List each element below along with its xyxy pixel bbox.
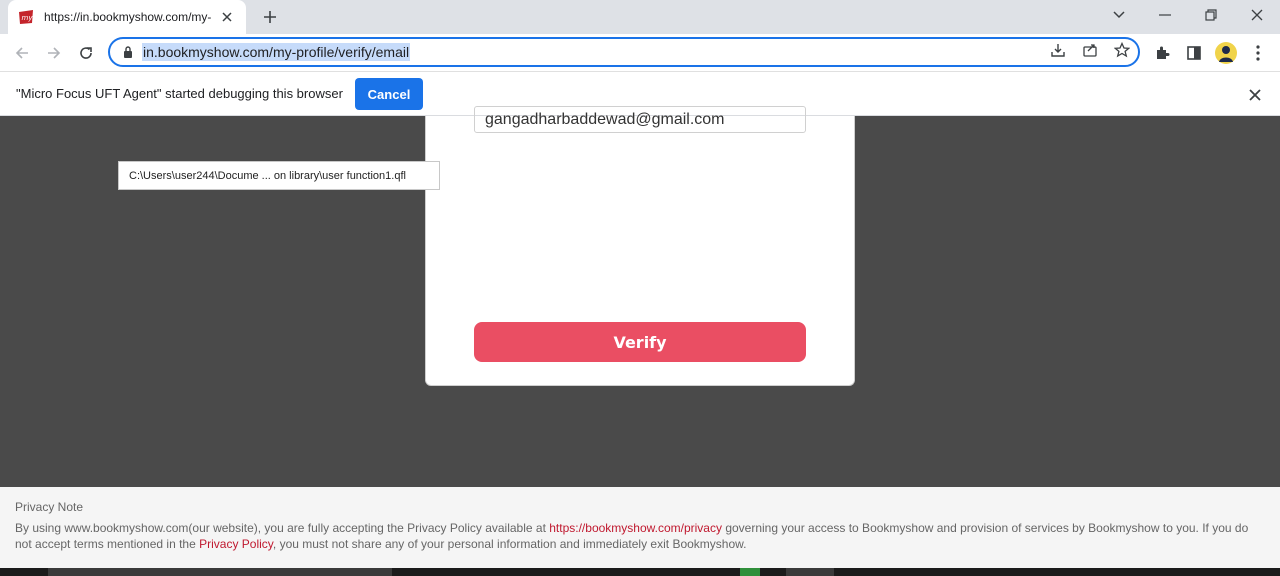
debugging-message: "Micro Focus UFT Agent" started debuggin…	[16, 86, 343, 101]
menu-icon[interactable]	[1244, 39, 1272, 67]
privacy-url-link[interactable]: https://bookmyshow.com/privacy	[549, 521, 722, 535]
bookmark-star-icon[interactable]	[1110, 39, 1134, 61]
close-window-icon[interactable]	[1234, 0, 1280, 30]
privacy-note-text: By using www.bookmyshow.com(our website)…	[15, 520, 1265, 552]
privacy-text-part: , you must not share any of your persona…	[272, 537, 747, 551]
privacy-policy-link[interactable]: Privacy Policy	[199, 537, 273, 551]
profile-avatar[interactable]	[1212, 39, 1240, 67]
taskbar-app-icon[interactable]	[740, 568, 760, 576]
side-panel-icon[interactable]	[1180, 39, 1208, 67]
browser-toolbar: in.bookmyshow.com/my-profile/verify/emai…	[0, 34, 1280, 71]
new-tab-icon[interactable]	[258, 6, 282, 28]
tab-title: https://in.bookmyshow.com/my-	[44, 10, 212, 24]
install-app-icon[interactable]	[1046, 39, 1070, 61]
tab-strip: my https://in.bookmyshow.com/my-	[0, 0, 1280, 34]
taskbar-app-icon[interactable]	[786, 568, 834, 576]
verify-email-modal: gangadharbaddewad@gmail.com Verify	[425, 106, 855, 386]
email-field[interactable]: gangadharbaddewad@gmail.com	[474, 106, 806, 133]
cancel-debugging-button[interactable]: Cancel	[355, 78, 423, 110]
reload-icon[interactable]	[72, 39, 100, 67]
verify-button[interactable]: Verify	[474, 322, 806, 362]
forward-icon[interactable]	[40, 39, 68, 67]
privacy-note: Privacy Note By using www.bookmyshow.com…	[0, 487, 1280, 568]
file-path-tooltip: C:\Users\user244\Docume ... on library\u…	[118, 161, 440, 190]
share-icon[interactable]	[1078, 39, 1102, 61]
taskbar-search-box[interactable]	[48, 568, 392, 576]
privacy-text-part: By using www.bookmyshow.com(our website)…	[15, 521, 550, 535]
extensions-icon[interactable]	[1148, 39, 1176, 67]
back-icon[interactable]	[8, 39, 36, 67]
restore-icon[interactable]	[1188, 0, 1234, 30]
svg-text:my: my	[22, 14, 34, 22]
url-text[interactable]: in.bookmyshow.com/my-profile/verify/emai…	[142, 43, 411, 61]
tab-search-icon[interactable]	[1096, 0, 1142, 30]
privacy-note-title: Privacy Note	[15, 500, 84, 514]
close-infobar-icon[interactable]	[1245, 85, 1265, 105]
bookmyshow-favicon-icon: my	[18, 9, 34, 25]
close-tab-icon[interactable]	[218, 8, 236, 26]
os-taskbar	[0, 568, 1280, 576]
browser-tab[interactable]: my https://in.bookmyshow.com/my-	[8, 0, 246, 34]
lock-icon[interactable]	[120, 44, 136, 60]
address-bar[interactable]: in.bookmyshow.com/my-profile/verify/emai…	[108, 37, 1140, 67]
minimize-icon[interactable]	[1142, 0, 1188, 30]
